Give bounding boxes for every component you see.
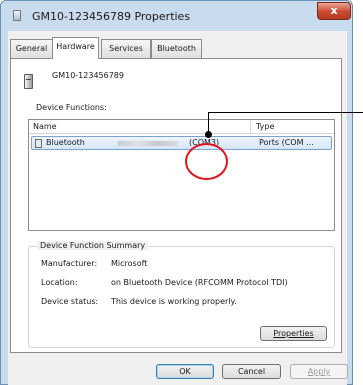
device-status-value: This device is working properly. xyxy=(111,297,237,306)
device-name: GM10-123456789 xyxy=(52,71,124,80)
close-icon: x xyxy=(330,4,338,17)
apply-button[interactable]: Apply xyxy=(290,364,348,379)
callout-dot xyxy=(205,131,212,138)
callout-line-horizontal xyxy=(208,112,363,113)
column-header-type[interactable]: Type xyxy=(256,122,274,131)
ok-button[interactable]: OK xyxy=(156,364,214,379)
tab-services[interactable]: Services xyxy=(101,39,151,58)
device-status-label: Device status: xyxy=(41,297,99,306)
apply-button-label: Apply xyxy=(307,367,331,376)
device-functions-heading: Device Functions: xyxy=(36,103,107,112)
title-bar[interactable]: GM10-123456789 Properties x xyxy=(1,1,352,31)
tab-hardware[interactable]: Hardware xyxy=(52,37,99,59)
list-header: Name Type xyxy=(29,120,334,134)
manufacturer-value: Microsoft xyxy=(111,259,148,268)
properties-button-label: Properties xyxy=(273,329,314,338)
highlight-circle xyxy=(185,143,228,180)
cancel-button[interactable]: Cancel xyxy=(222,364,281,379)
close-button[interactable]: x xyxy=(317,2,351,20)
summary-title: Device Function Summary xyxy=(37,241,149,250)
function-name: Bluetooth xyxy=(46,138,85,147)
list-item[interactable]: Bluetooth (COM3) Ports (COM ... xyxy=(31,136,332,150)
function-type: Ports (COM ... xyxy=(259,138,314,147)
column-divider[interactable] xyxy=(250,121,251,133)
redacted-text xyxy=(118,141,178,146)
properties-window: GM10-123456789 Properties x General Hard… xyxy=(0,0,353,385)
device-functions-list[interactable]: Name Type Bluetooth (COM3) Ports (COM ..… xyxy=(28,119,335,231)
window-icon xyxy=(13,10,21,21)
location-label: Location: xyxy=(41,278,78,287)
tab-general[interactable]: General xyxy=(10,39,53,58)
tab-bluetooth[interactable]: Bluetooth xyxy=(151,39,202,58)
port-icon xyxy=(35,139,42,148)
manufacturer-label: Manufacturer: xyxy=(41,259,98,268)
device-icon xyxy=(24,74,33,89)
column-header-name[interactable]: Name xyxy=(33,122,57,131)
location-value: on Bluetooth Device (RFCOMM Protocol TDI… xyxy=(111,278,288,287)
properties-button[interactable]: Properties xyxy=(260,326,327,341)
window-title: GM10-123456789 Properties xyxy=(32,10,191,23)
